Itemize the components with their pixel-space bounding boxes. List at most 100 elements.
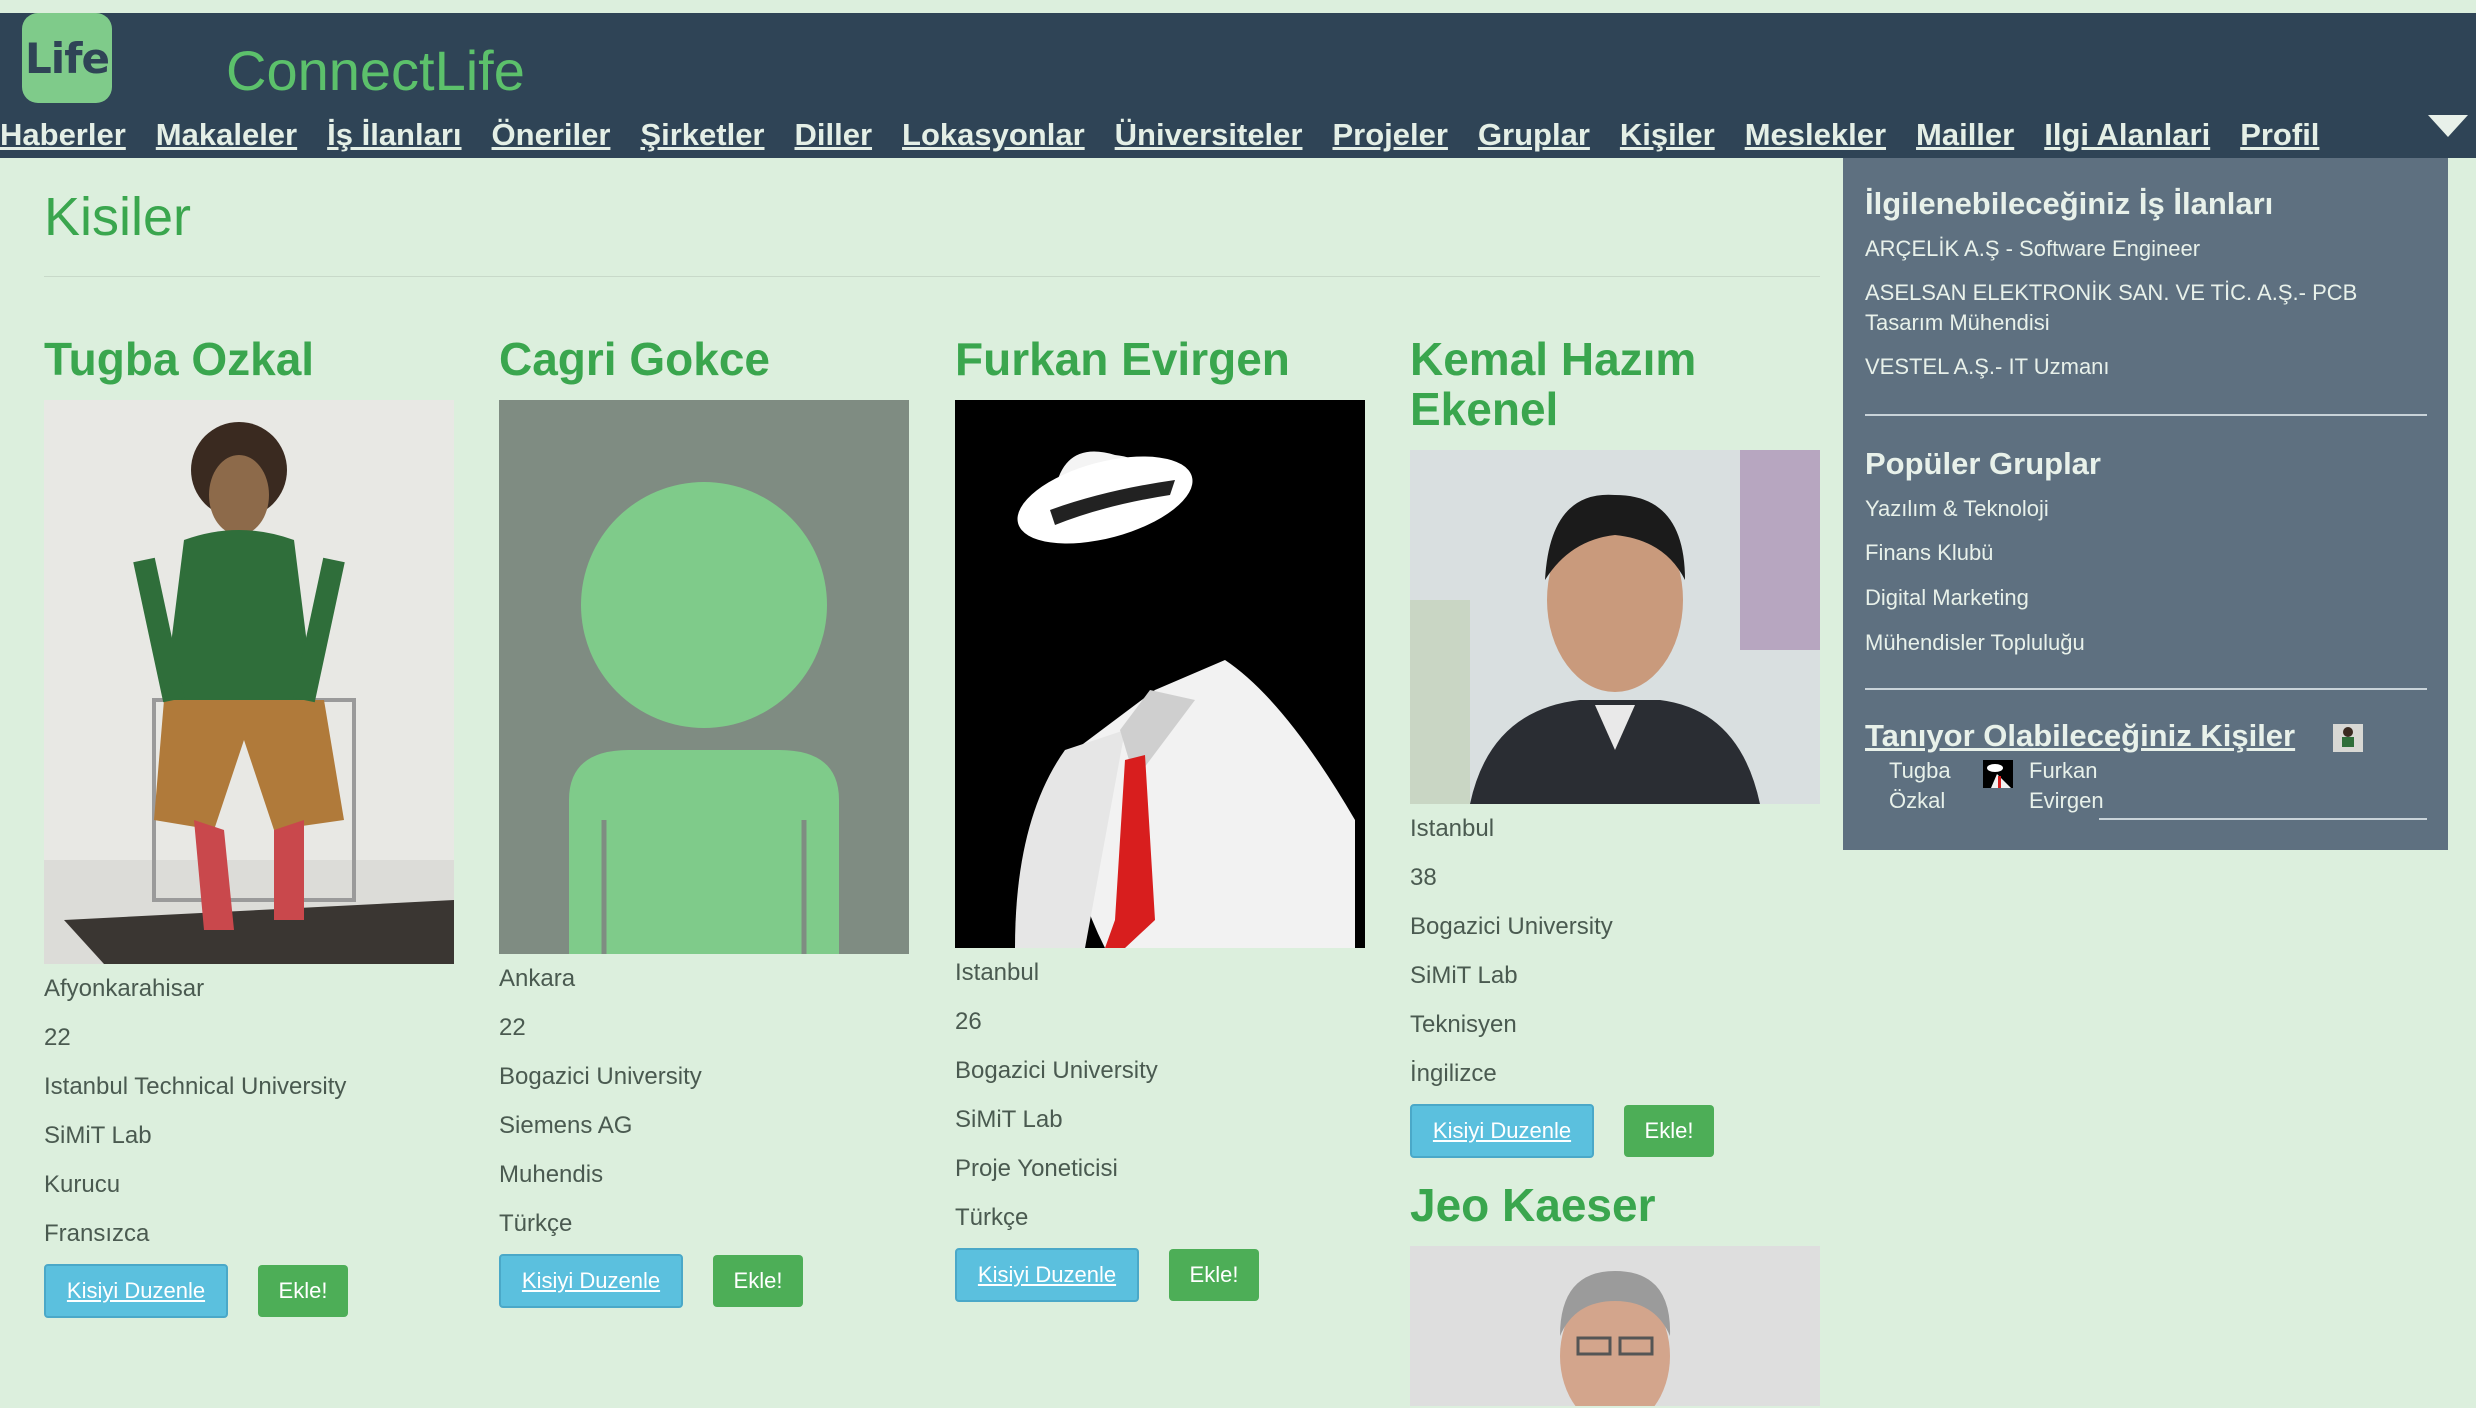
suggested-person-thumb[interactable] (2333, 724, 2363, 752)
person-photo (1410, 1246, 1820, 1406)
person-actions: Kisiyi Duzenle Ekle! (44, 1264, 454, 1318)
person-company: SiMiT Lab (1410, 962, 1518, 989)
page-title: Kisiler (44, 187, 192, 247)
person-language: Türkçe (955, 1204, 1029, 1231)
job-item[interactable]: ASELSAN ELEKTRONİK SAN. VE TİC. A.Ş.- PC… (1865, 278, 2405, 338)
person-photo (44, 400, 454, 964)
person-university: Bogazici University (955, 1057, 1158, 1084)
person-company: SiMiT Lab (955, 1106, 1063, 1133)
nav-haberler[interactable]: Haberler (0, 119, 126, 150)
person-actions: Kisiyi Duzenle Ekle! (499, 1254, 909, 1308)
person-card: Kemal Hazım Ekenel Istanbul 38 Bogazici … (1410, 334, 1820, 1158)
person-age: 26 (955, 1008, 982, 1035)
edit-person-button[interactable]: Kisiyi Duzenle (44, 1264, 228, 1318)
nav-oneriler[interactable]: Öneriler (492, 119, 611, 150)
edit-person-button[interactable]: Kisiyi Duzenle (499, 1254, 683, 1308)
person-name: Furkan Evirgen (955, 333, 1290, 385)
person-card: Cagri Gokce Ankara 22 Bogazici Universit… (499, 334, 909, 1308)
navbar: Life ConnectLife Haberler Makaleler İş İ… (0, 13, 2476, 158)
suggested-person-first: Tugba (1889, 758, 1951, 783)
person-university: Bogazici University (499, 1063, 702, 1090)
person-info: Afyonkarahisar 22 Istanbul Technical Uni… (44, 964, 454, 1258)
logo-text: Life (25, 33, 110, 83)
person-info: Istanbul 26 Bogazici University SiMiT La… (955, 948, 1365, 1242)
nav-gruplar[interactable]: Gruplar (1478, 119, 1590, 150)
person-profession: Kurucu (44, 1171, 121, 1198)
nav-ilgi-alanlari[interactable]: Ilgi Alanlari (2044, 119, 2210, 150)
groups-heading: Popüler Gruplar (1865, 446, 2101, 481)
add-person-button[interactable]: Ekle! (1169, 1249, 1259, 1301)
panel-divider (1865, 688, 2427, 690)
nav-makaleler[interactable]: Makaleler (156, 119, 297, 150)
people-you-may-know-link[interactable]: Tanıyor Olabileceğiniz Kişiler (1865, 718, 2295, 754)
person-profession: Proje Yoneticisi (955, 1155, 1118, 1182)
job-item[interactable]: VESTEL A.Ş.- IT Uzmanı (1865, 352, 2110, 382)
person-info: Ankara 22 Bogazici University Siemens AG… (499, 954, 909, 1248)
person-name: Kemal Hazım Ekenel (1410, 333, 1697, 435)
group-item[interactable]: Yazılım & Teknoloji (1865, 494, 2049, 524)
jobs-heading: İlgilenebileceğiniz İş İlanları (1865, 186, 2274, 221)
app-logo[interactable]: Life (22, 13, 112, 103)
person-card: Jeo Kaeser (1410, 1180, 1820, 1406)
nav-diller[interactable]: Diller (795, 119, 873, 150)
person-age: 22 (44, 1024, 71, 1051)
panel-divider (2099, 818, 2427, 820)
suggested-person-thumb[interactable] (1983, 760, 2013, 788)
person-photo (955, 400, 1365, 948)
nav-projeler[interactable]: Projeler (1332, 119, 1447, 150)
nav-mailler[interactable]: Mailler (1916, 119, 2014, 150)
suggested-person-last: Özkal (1889, 788, 1946, 813)
edit-person-button[interactable]: Kisiyi Duzenle (1410, 1104, 1594, 1158)
person-age: 22 (499, 1014, 526, 1041)
suggested-person[interactable]: Tugba Özkal (1889, 756, 1951, 816)
add-person-button[interactable]: Ekle! (258, 1265, 348, 1317)
person-name: Jeo Kaeser (1410, 1179, 1656, 1231)
person-company: SiMiT Lab (44, 1122, 152, 1149)
main-nav: Haberler Makaleler İş İlanları Öneriler … (0, 119, 2349, 150)
group-item[interactable]: Mühendisler Topluluğu (1865, 628, 2085, 658)
person-city: Ankara (499, 965, 576, 992)
person-age: 38 (1410, 864, 1437, 891)
suggested-person-first: Furkan (2029, 758, 2098, 783)
person-city: Istanbul (955, 959, 1040, 986)
nav-kisiler[interactable]: Kişiler (1620, 119, 1715, 150)
person-actions: Kisiyi Duzenle Ekle! (1410, 1104, 1820, 1158)
person-name: Tugba Ozkal (44, 333, 315, 385)
dropdown-caret-icon[interactable] (2428, 115, 2468, 137)
nav-lokasyonlar[interactable]: Lokasyonlar (902, 119, 1085, 150)
person-language: Fransızca (44, 1220, 150, 1247)
title-divider (44, 276, 1820, 277)
add-person-button[interactable]: Ekle! (713, 1255, 803, 1307)
person-language: İngilizce (1410, 1060, 1497, 1087)
top-strip (0, 0, 2476, 13)
edit-person-button[interactable]: Kisiyi Duzenle (955, 1248, 1139, 1302)
group-item[interactable]: Digital Marketing (1865, 583, 2029, 613)
suggested-person-last: Evirgen (2029, 788, 2104, 813)
job-item[interactable]: ARÇELİK A.Ş - Software Engineer (1865, 234, 2200, 264)
nav-sirketler[interactable]: Şirketler (640, 119, 764, 150)
person-info: Istanbul 38 Bogazici University SiMiT La… (1410, 804, 1820, 1098)
nav-profil[interactable]: Profil (2240, 119, 2319, 150)
person-name: Cagri Gokce (499, 333, 770, 385)
person-language: Türkçe (499, 1210, 573, 1237)
person-city: Afyonkarahisar (44, 975, 205, 1002)
suggested-person[interactable]: Furkan Evirgen (2029, 756, 2104, 816)
group-item[interactable]: Finans Klubü (1865, 538, 1993, 568)
person-university: Istanbul Technical University (44, 1073, 347, 1100)
panel-divider (1865, 414, 2427, 416)
add-person-button[interactable]: Ekle! (1624, 1105, 1714, 1157)
nav-universiteler[interactable]: Üniversiteler (1115, 119, 1303, 150)
person-actions: Kisiyi Duzenle Ekle! (955, 1248, 1365, 1302)
person-company: Siemens AG (499, 1112, 633, 1139)
nav-is-ilanlari[interactable]: İş İlanları (327, 119, 461, 150)
person-profession: Muhendis (499, 1161, 604, 1188)
person-card: Tugba Ozkal Afyonkarahisar 22 Istanbul T… (44, 334, 454, 1318)
person-profession: Teknisyen (1410, 1011, 1517, 1038)
person-card: Furkan Evirgen Istanbul 26 Bogazici Univ… (955, 334, 1365, 1302)
person-city: Istanbul (1410, 815, 1495, 842)
brand-name[interactable]: ConnectLife (226, 43, 525, 99)
default-avatar-icon (499, 400, 909, 954)
nav-meslekler[interactable]: Meslekler (1745, 119, 1886, 150)
person-university: Bogazici University (1410, 913, 1613, 940)
sidebar-panel: İlgilenebileceğiniz İş İlanları ARÇELİK … (1843, 158, 2448, 850)
